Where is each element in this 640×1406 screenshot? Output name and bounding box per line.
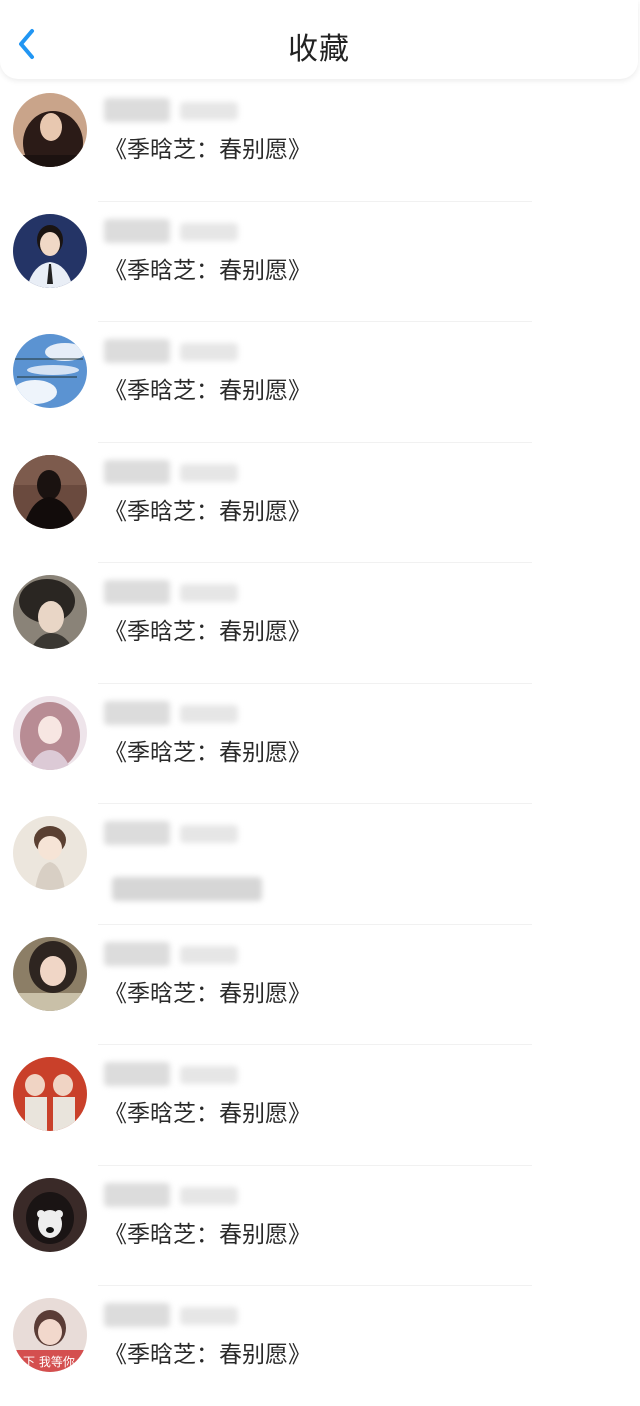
list-item[interactable]: 《季晗芝：春别愿》: [0, 441, 640, 563]
list-item[interactable]: 《季晗芝：春别愿》: [0, 923, 640, 1045]
list-item[interactable]: 《季晗芝：春别愿》: [0, 1164, 640, 1286]
favorite-title: 《季晗芝：春别愿》: [104, 619, 311, 645]
list-item[interactable]: 《季晗芝：春别愿》: [0, 200, 640, 322]
blurred-username: [104, 1182, 170, 1207]
favorite-title: 《季晗芝：春别愿》: [104, 1101, 311, 1127]
list-item[interactable]: 《季晗芝：春别愿》: [0, 682, 640, 804]
blurred-username: [180, 584, 238, 602]
blurred-username: [180, 945, 238, 964]
blurred-username: [104, 700, 170, 725]
avatar[interactable]: [13, 936, 87, 1011]
page-title: 收藏: [288, 32, 350, 67]
blurred-username: [104, 98, 170, 122]
blurred-username: [104, 580, 170, 604]
blurred-username: [104, 1303, 170, 1327]
blurred-username: [180, 825, 238, 843]
blurred-title: [112, 877, 262, 901]
blurred-username: [180, 704, 238, 723]
blurred-username: [180, 1066, 238, 1084]
blurred-username: [104, 459, 170, 484]
blurred-username: [104, 218, 170, 243]
avatar-caption: 下 我等你: [23, 1355, 75, 1369]
list-item[interactable]: 《季晗芝：春别愿》: [0, 80, 640, 201]
blurred-username: [104, 941, 170, 966]
avatar[interactable]: [13, 93, 87, 167]
blurred-username: [180, 343, 238, 361]
favorite-title: 《季晗芝：春别愿》: [104, 378, 311, 404]
blurred-username: [180, 1186, 238, 1205]
blurred-username: [104, 339, 170, 363]
favorite-title: 《季晗芝：春别愿》: [104, 1342, 311, 1368]
avatar[interactable]: 下 我等你: [13, 1298, 87, 1372]
avatar[interactable]: [13, 213, 87, 288]
favorite-title: 《季晗芝：春别愿》: [104, 137, 311, 163]
favorite-title: 《季晗芝：春别愿》: [104, 739, 311, 766]
favorite-title: 《季晗芝：春别愿》: [104, 498, 311, 525]
blurred-username: [180, 1307, 238, 1325]
blurred-username: [180, 222, 238, 241]
avatar[interactable]: [13, 1057, 87, 1131]
header-bar: 收藏: [0, 0, 638, 79]
list-item[interactable]: 《季晗芝：春别愿》: [0, 1044, 640, 1165]
list-item[interactable]: 下 我等你 《季晗芝：春别愿》: [0, 1285, 640, 1406]
avatar[interactable]: [13, 334, 87, 408]
avatar[interactable]: [13, 454, 87, 529]
list-item[interactable]: 《季晗芝：春别愿》: [0, 321, 640, 442]
avatar[interactable]: [13, 695, 87, 770]
blurred-username: [180, 463, 238, 482]
favorites-list: 《季晗芝：春别愿》 《季晗芝：春别愿》 《季晗芝：春别愿》 《季晗芝：春别愿》 …: [0, 80, 640, 1406]
blurred-username: [180, 102, 238, 120]
avatar[interactable]: [13, 575, 87, 649]
blurred-username: [104, 821, 170, 845]
favorite-title: 《季晗芝：春别愿》: [104, 257, 311, 284]
favorite-title: 《季晗芝：春别愿》: [104, 1221, 311, 1248]
avatar[interactable]: [13, 816, 87, 890]
avatar[interactable]: [13, 1177, 87, 1252]
favorite-title: 《季晗芝：春别愿》: [104, 980, 311, 1007]
blurred-username: [104, 1062, 170, 1086]
list-item[interactable]: [0, 803, 640, 924]
list-item[interactable]: 《季晗芝：春别愿》: [0, 562, 640, 683]
